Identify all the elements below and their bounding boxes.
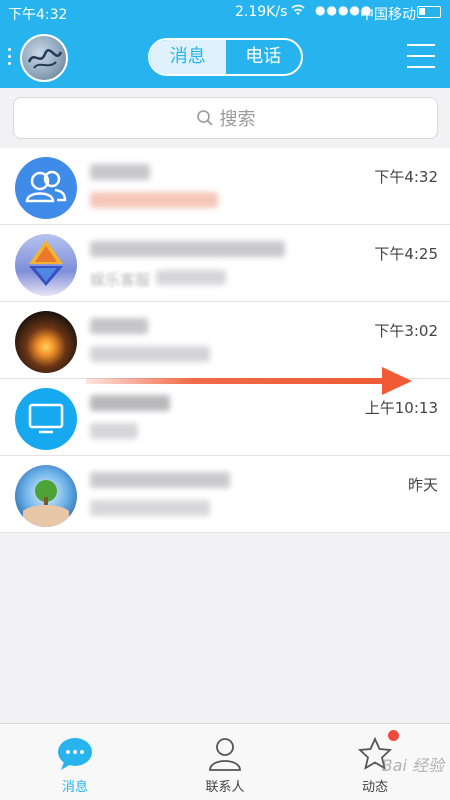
conversation-time: 昨天 [407, 476, 438, 494]
list-item[interactable]: 娱乐客服 下午4:25 [0, 225, 450, 302]
group-icon [15, 157, 77, 219]
conversation-preview: 娱乐客服 [90, 269, 227, 291]
message-call-switch: 消息 电话 [148, 38, 303, 76]
search-icon [196, 110, 213, 126]
search-placeholder: 搜索 [219, 109, 256, 130]
conversation-preview [90, 192, 218, 214]
conversation-name [90, 472, 230, 492]
more-dots-icon [8, 48, 12, 69]
tab-label: 消息 [61, 780, 88, 795]
chat-bubble-icon [58, 738, 92, 770]
notification-badge [388, 730, 399, 741]
tree-globe-photo [15, 465, 77, 527]
tab-label: 联系人 [205, 780, 245, 795]
conversation-preview [90, 500, 210, 522]
avatar [20, 34, 68, 82]
person-icon [209, 738, 241, 771]
tab-calls[interactable]: 电话 [226, 40, 302, 74]
wifi-icon [290, 3, 306, 21]
conversation-time: 上午10:13 [364, 399, 438, 417]
carrier-name: 中国移动 [360, 7, 416, 23]
triangle-logo [15, 234, 77, 296]
status-time: 下午4:32 [8, 7, 68, 23]
conversation-name [90, 241, 285, 261]
monitor-icon [15, 388, 77, 450]
status-bar: 下午4:32 2.19K/s ●●●●● 中国移动 [0, 0, 450, 26]
swipe-arrow-icon [86, 367, 412, 395]
header-bar: 下午4:32 2.19K/s ●●●●● 中国移动 消息 电话 [0, 0, 450, 88]
bottom-nav: 消息 联系人 动态 Bai 经验 [0, 723, 450, 800]
list-item[interactable]: 下午4:32 [0, 148, 450, 225]
tab-messages[interactable]: 消息 [150, 40, 226, 74]
conversation-name [90, 318, 148, 338]
conversation-list: 下午4:32 娱乐客服 下午4:25 下午3:02 上午10:13 昨天 [0, 148, 450, 533]
watermark: Bai 经验 [381, 756, 444, 775]
menu-icon[interactable] [407, 44, 435, 68]
list-item[interactable]: 昨天 [0, 456, 450, 533]
tab-label: 动态 [361, 780, 388, 795]
search-input[interactable]: 搜索 [13, 97, 438, 139]
conversation-name [90, 395, 170, 415]
conversation-time: 下午4:25 [374, 245, 438, 263]
tab-contacts-nav[interactable]: 联系人 [150, 724, 300, 800]
battery-icon [417, 6, 441, 18]
conversation-time: 下午4:32 [374, 168, 438, 186]
conversation-time: 下午3:02 [374, 322, 438, 340]
conversation-name [90, 164, 150, 184]
sunset-photo [15, 311, 77, 373]
network-speed: 2.19K/s [235, 4, 288, 20]
tab-messages-nav[interactable]: 消息 [0, 724, 150, 800]
conversation-preview [90, 423, 138, 445]
